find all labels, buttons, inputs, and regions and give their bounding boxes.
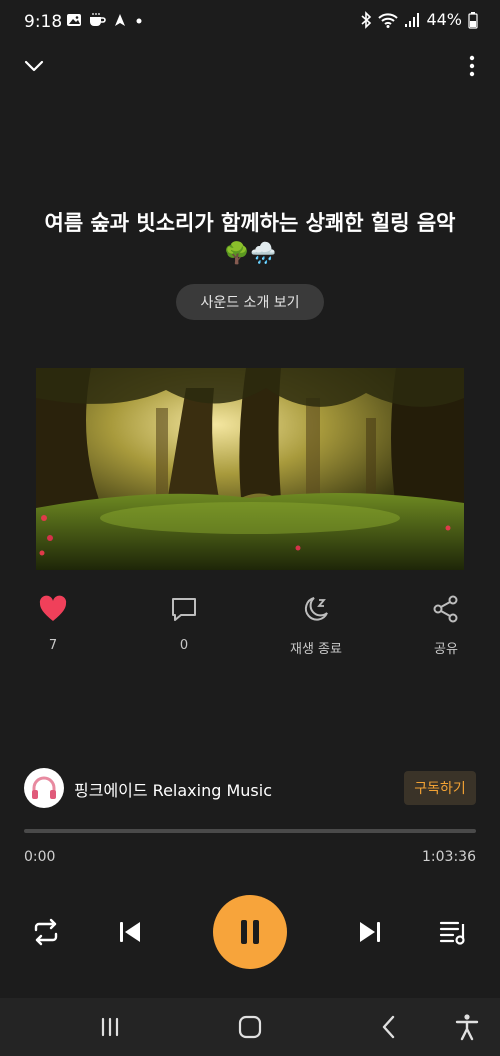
- like-action[interactable]: 7: [8, 594, 98, 653]
- channel-name[interactable]: 핑크에이드 Relaxing Music: [74, 777, 272, 801]
- track-title: 여름 숲과 빗소리가 함께하는 상쾌한 힐링 음악🌳🌧️: [44, 211, 456, 265]
- headphones-logo-icon: [25, 769, 63, 807]
- channel-avatar[interactable]: [24, 768, 64, 808]
- current-time: 0:00: [24, 849, 56, 865]
- progress-bar[interactable]: [24, 829, 476, 833]
- notification-icons: [66, 12, 144, 28]
- collapse-chevron-down-icon[interactable]: [22, 54, 46, 78]
- home-icon[interactable]: [235, 1012, 265, 1042]
- battery-icon: [468, 11, 478, 29]
- status-time: 9:18: [24, 12, 63, 32]
- recent-apps-icon[interactable]: [95, 1012, 125, 1042]
- repeat-icon[interactable]: [30, 916, 62, 948]
- status-bar: 9:18 44%: [0, 0, 500, 48]
- player-screen: 9:18 44% 여름 숲과 빗소리가 함께하는 상쾌한 힐링 음악🌳🌧️ 사운…: [0, 0, 500, 1056]
- system-status-icons: 44%: [360, 10, 478, 29]
- total-time: 1:03:36: [422, 849, 476, 865]
- battery-percent: 44%: [426, 10, 462, 29]
- back-icon[interactable]: [374, 1012, 404, 1042]
- share-icon[interactable]: [431, 594, 461, 624]
- signal-icon: [405, 12, 420, 27]
- app-notification-icon: [115, 14, 125, 26]
- coffee-notification-icon: [90, 13, 106, 26]
- next-track-icon[interactable]: [354, 916, 386, 948]
- playlist-icon[interactable]: [438, 916, 470, 948]
- sound-intro-button[interactable]: 사운드 소개 보기: [176, 284, 324, 320]
- like-count: 7: [48, 638, 58, 653]
- forest-artwork-image: [36, 368, 464, 570]
- gallery-notification-icon: [67, 14, 81, 26]
- more-options-icon[interactable]: [468, 54, 476, 78]
- system-navigation-bar: [0, 998, 500, 1056]
- pause-button[interactable]: [213, 895, 287, 969]
- accessibility-icon[interactable]: [452, 1012, 482, 1042]
- moon-sleep-icon[interactable]: [301, 594, 331, 624]
- wifi-icon: [378, 12, 399, 28]
- subscribe-button[interactable]: 구독하기: [404, 771, 476, 805]
- comment-count: 0: [179, 638, 189, 653]
- sleep-timer-action[interactable]: 재생 종료: [271, 594, 361, 657]
- bluetooth-icon: [361, 10, 372, 29]
- previous-track-icon[interactable]: [114, 916, 146, 948]
- track-artwork: [36, 368, 464, 570]
- comment-action[interactable]: 0: [139, 594, 229, 653]
- share-label: 공유: [434, 642, 458, 657]
- heart-icon[interactable]: [38, 594, 68, 624]
- sleep-timer-label: 재생 종료: [290, 642, 342, 657]
- pause-icon: [241, 920, 259, 944]
- share-action[interactable]: 공유: [401, 594, 491, 657]
- more-notifications-dot-icon: [136, 18, 142, 24]
- comment-icon[interactable]: [169, 594, 199, 624]
